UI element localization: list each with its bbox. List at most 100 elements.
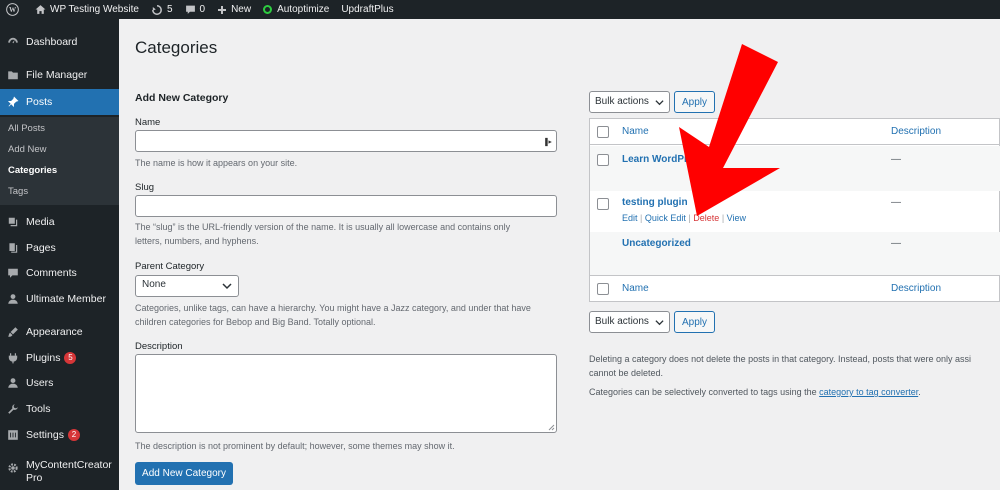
parent-category-value: None [142, 279, 166, 290]
updates-count: 5 [166, 4, 173, 15]
comment-bubble-icon [185, 5, 195, 14]
bulk-actions-select-top[interactable]: Bulk actions [589, 91, 670, 113]
submenu-all-posts[interactable]: All Posts [8, 123, 45, 134]
menu-appearance[interactable]: Appearance [0, 323, 119, 341]
apply-button-bottom[interactable]: Apply [674, 311, 715, 333]
users-icon [6, 376, 20, 390]
converter-note-suffix: . [918, 387, 921, 397]
dashboard-icon [6, 35, 20, 49]
pin-icon [6, 95, 20, 109]
user-icon [6, 292, 20, 306]
menu-mycontentcreator[interactable]: MyContentCreator Pro [0, 459, 119, 489]
updates-link[interactable]: 5 [145, 0, 179, 19]
parent-category-label: Parent Category [135, 261, 205, 272]
parent-help: Categories, unlike tags, can have a hier… [135, 301, 560, 329]
pages-icon [6, 241, 20, 255]
menu-comments[interactable]: Comments [0, 264, 119, 282]
refresh-icon [151, 4, 162, 15]
column-footer-name[interactable]: Name [622, 283, 649, 294]
description-help: The description is not prominent by defa… [135, 441, 455, 451]
menu-posts[interactable]: Posts [0, 89, 119, 115]
password-manager-icon[interactable] [544, 137, 553, 147]
table-header: Name Description [590, 119, 1000, 145]
menu-label: Settings [26, 429, 64, 441]
menu-settings[interactable]: Settings 2 [0, 426, 119, 444]
name-input[interactable] [135, 130, 557, 152]
gear-icon [6, 461, 20, 475]
bulk-actions-label: Bulk actions [595, 316, 649, 327]
delete-note: Deleting a category does not delete the … [589, 352, 1000, 380]
svg-text:W: W [9, 6, 17, 14]
category-name-link[interactable]: testing plugin [622, 197, 688, 208]
brush-icon [6, 325, 20, 339]
menu-file-manager[interactable]: File Manager [0, 66, 119, 84]
converter-note: Categories can be selectively converted … [589, 385, 1000, 399]
row-checkbox[interactable] [597, 198, 609, 210]
settings-icon [6, 428, 20, 442]
parent-category-select[interactable]: None [135, 275, 239, 297]
edit-link[interactable]: Edit [622, 213, 638, 223]
category-description: — [891, 154, 901, 165]
menu-label: Pages [26, 242, 56, 254]
column-footer-description[interactable]: Description [891, 283, 941, 294]
row-actions: Edit | Quick Edit | Delete | View [622, 213, 746, 223]
converter-note-text: Categories can be selectively converted … [589, 387, 820, 397]
category-name-link[interactable]: Learn WordPress [622, 154, 705, 165]
updraftplus-label: UpdraftPlus [341, 4, 394, 15]
submenu-categories[interactable]: Categories [8, 165, 57, 176]
site-name-link[interactable]: WP Testing Website [29, 0, 145, 19]
submenu-add-new[interactable]: Add New [8, 144, 47, 155]
column-header-description[interactable]: Description [891, 126, 941, 137]
apply-button-top[interactable]: Apply [674, 91, 715, 113]
slug-help-line2: letters, numbers, and hyphens. [135, 236, 259, 246]
menu-dashboard[interactable]: Dashboard [0, 33, 119, 51]
menu-label: Media [26, 216, 55, 228]
plugin-icon [6, 351, 20, 365]
menu-label: Posts [26, 96, 53, 108]
select-all-checkbox[interactable] [597, 126, 609, 138]
media-icon [6, 215, 20, 229]
delete-link[interactable]: Delete [693, 213, 719, 223]
menu-label: Tools [26, 403, 51, 415]
menu-users[interactable]: Users [0, 374, 119, 392]
select-all-checkbox-footer[interactable] [597, 283, 609, 295]
bulk-actions-select-bottom[interactable]: Bulk actions [589, 311, 670, 333]
slug-input[interactable] [135, 195, 557, 217]
add-category-heading: Add New Category [135, 92, 229, 104]
menu-label: Comments [26, 267, 77, 279]
column-header-name[interactable]: Name [622, 126, 649, 137]
table-footer: Name Description [590, 277, 1000, 303]
row-checkbox[interactable] [597, 154, 609, 166]
name-label: Name [135, 117, 161, 128]
table-row: testing plugin — Edit | Quick Edit | Del… [590, 191, 1000, 232]
category-name-link[interactable]: Uncategorized [622, 238, 691, 249]
new-content-link[interactable]: New [211, 0, 257, 19]
autoptimize-link[interactable]: Autoptimize [257, 0, 335, 19]
menu-plugins[interactable]: Plugins 5 [0, 349, 119, 367]
menu-label: Users [26, 377, 54, 389]
description-textarea[interactable] [135, 354, 557, 433]
action-separator: | [640, 213, 643, 223]
resize-handle-icon[interactable] [548, 424, 555, 431]
delete-note-line1: Deleting a category does not delete the … [589, 354, 972, 364]
updraftplus-link[interactable]: UpdraftPlus [335, 0, 399, 19]
view-link[interactable]: View [727, 213, 746, 223]
wordpress-logo-icon[interactable]: W [0, 0, 29, 19]
admin-sidebar: Dashboard File Manager Posts All Posts A… [0, 19, 119, 490]
autoptimize-label: Autoptimize [277, 4, 330, 15]
category-to-tag-converter-link[interactable]: category to tag converter [819, 387, 918, 397]
submenu-tags[interactable]: Tags [8, 186, 28, 197]
menu-ultimate-member[interactable]: Ultimate Member [0, 290, 119, 308]
chevron-down-icon [655, 320, 664, 326]
slug-help-line1: The “slug” is the URL-friendly version o… [135, 222, 511, 232]
plus-icon [218, 5, 227, 14]
add-new-category-button[interactable]: Add New Category [135, 462, 233, 485]
action-separator: | [721, 213, 725, 223]
menu-tools[interactable]: Tools [0, 400, 119, 418]
comments-link[interactable]: 0 [179, 0, 212, 19]
bulk-actions-label: Bulk actions [595, 96, 649, 107]
menu-pages[interactable]: Pages [0, 239, 119, 257]
quick-edit-link[interactable]: Quick Edit [645, 213, 686, 223]
menu-label: Dashboard [26, 36, 78, 48]
menu-media[interactable]: Media [0, 213, 119, 231]
